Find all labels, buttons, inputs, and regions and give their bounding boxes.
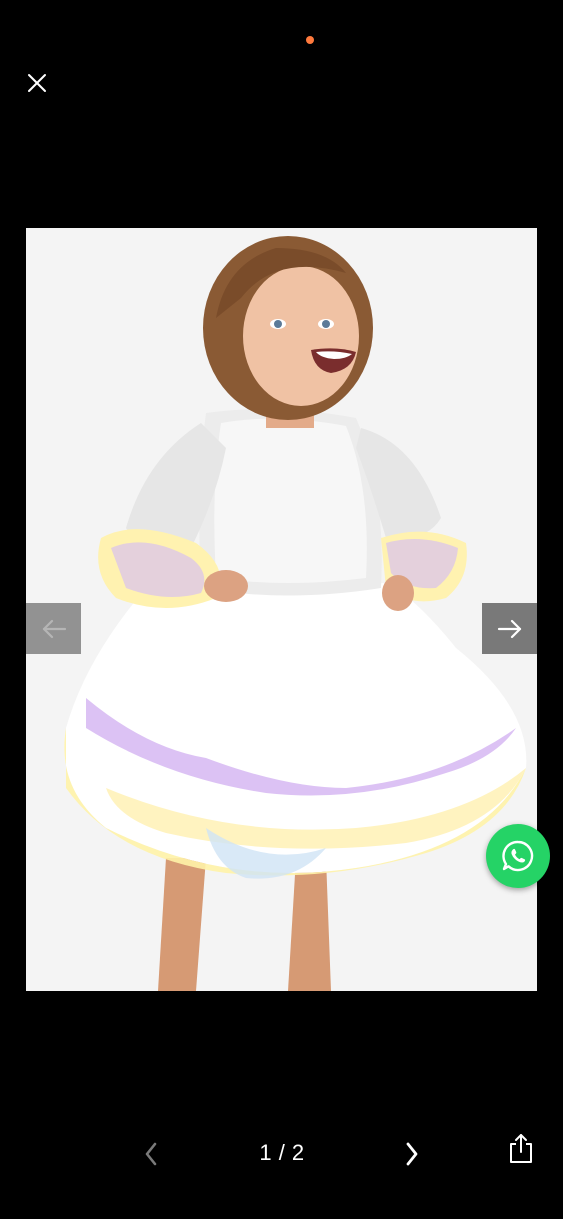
arrow-right-icon	[497, 619, 521, 638]
share-icon	[510, 1134, 532, 1163]
bottom-pager-bar: 1 / 2	[0, 1120, 563, 1190]
pager-counter: 1 / 2	[259, 1140, 305, 1165]
chevron-right-icon	[406, 1142, 418, 1166]
whatsapp-icon	[502, 840, 534, 872]
close-button[interactable]	[20, 66, 54, 100]
pager-next-button[interactable]	[397, 1134, 427, 1174]
close-icon	[28, 74, 46, 92]
product-image[interactable]	[26, 228, 537, 991]
pager-previous-button[interactable]	[136, 1134, 166, 1174]
share-button[interactable]	[502, 1126, 540, 1170]
loading-indicator-dot	[306, 36, 314, 44]
previous-image-button[interactable]	[26, 603, 81, 654]
product-photo-illustration	[26, 228, 537, 991]
next-image-button[interactable]	[482, 603, 537, 654]
whatsapp-button[interactable]	[486, 824, 550, 888]
arrow-left-icon	[42, 619, 66, 638]
chevron-left-icon	[145, 1142, 157, 1166]
